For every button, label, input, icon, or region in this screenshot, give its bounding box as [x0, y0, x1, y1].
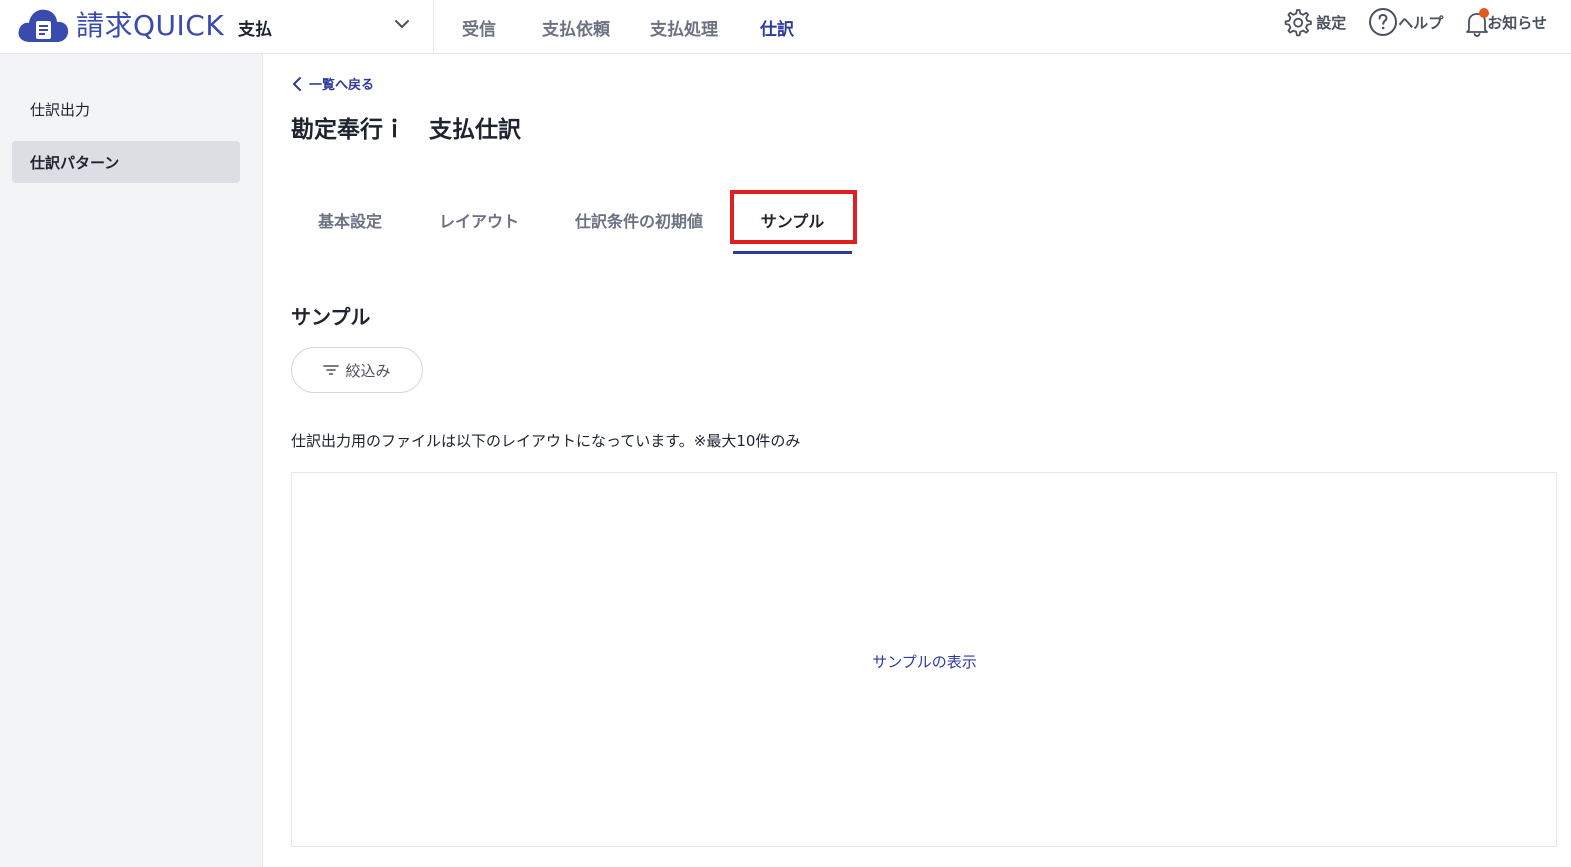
tab-journal-defaults[interactable]: 仕訳条件の初期値 — [549, 188, 729, 252]
show-sample-link[interactable]: サンプルの表示 — [872, 651, 977, 672]
top-nav-journal[interactable]: 仕訳 — [746, 15, 808, 40]
tab-basic-settings[interactable]: 基本設定 — [291, 188, 409, 252]
chevron-left-icon — [293, 76, 301, 91]
tab-label: レイアウト — [438, 212, 519, 231]
settings-label: 設定 — [1316, 13, 1347, 32]
notifications-button[interactable]: お知らせ — [1465, 8, 1547, 37]
sample-preview-panel: サンプルの表示 — [291, 472, 1557, 847]
gear-icon — [1284, 9, 1313, 37]
top-nav-payment-request[interactable]: 支払依頼 — [528, 15, 624, 40]
module-selector-value: 支払 — [238, 19, 272, 40]
tab-layout[interactable]: レイアウト — [409, 188, 549, 252]
app-header: 請求QUICK 支払 受信 支払依頼 支払処理 仕訳 設定 ヘルプ お知らせ — [0, 0, 1571, 54]
tab-label: 仕訳条件の初期値 — [574, 212, 703, 231]
sidebar-item-journal-pattern[interactable]: 仕訳パターン — [12, 141, 240, 183]
filter-button-label: 絞込み — [345, 361, 391, 380]
help-label: ヘルプ — [1398, 13, 1444, 32]
back-to-list-link[interactable]: 一覧へ戻る — [291, 74, 374, 93]
sample-description: 仕訳出力用のファイルは以下のレイアウトになっています。※最大10件のみ — [291, 432, 801, 450]
main-content: 一覧へ戻る 勘定奉行ｉ 支払仕訳 基本設定 レイアウト 仕訳条件の初期値 サンプ… — [264, 54, 1571, 867]
notification-bell — [1465, 8, 1490, 37]
help-button[interactable]: ヘルプ — [1368, 7, 1443, 37]
tab-sample[interactable]: サンプル — [729, 188, 856, 254]
top-nav-receive[interactable]: 受信 — [448, 15, 510, 40]
app-logo-text: 請求QUICK — [76, 9, 225, 42]
header-tools: 設定 ヘルプ お知らせ — [1260, 0, 1547, 44]
cloud-document-icon — [18, 9, 69, 42]
back-to-list-label: 一覧へ戻る — [309, 78, 375, 93]
filter-icon — [323, 365, 340, 375]
settings-button[interactable]: 設定 — [1282, 7, 1346, 37]
app-logo[interactable]: 請求QUICK — [16, 4, 224, 44]
top-navigation: 受信 支払依頼 支払処理 仕訳 — [448, 0, 808, 54]
tab-bar: 基本設定 レイアウト 仕訳条件の初期値 サンプル — [291, 188, 856, 254]
sidebar-item-journal-output[interactable]: 仕訳出力 — [12, 88, 240, 130]
sidebar: 仕訳出力 仕訳パターン — [0, 54, 263, 867]
notifications-label: お知らせ — [1487, 13, 1547, 32]
section-title: サンプル — [291, 305, 371, 329]
filter-button[interactable]: 絞込み — [291, 347, 423, 393]
help-circle-icon — [1369, 8, 1398, 36]
tab-label: サンプル — [760, 212, 825, 231]
page-title: 勘定奉行ｉ 支払仕訳 — [291, 117, 521, 143]
top-nav-payment-processing[interactable]: 支払処理 — [636, 15, 732, 40]
active-tab-indicator — [733, 251, 852, 254]
chevron-down-icon — [395, 20, 409, 28]
tab-label: 基本設定 — [317, 212, 382, 231]
module-selector[interactable]: 支払 — [238, 0, 434, 54]
